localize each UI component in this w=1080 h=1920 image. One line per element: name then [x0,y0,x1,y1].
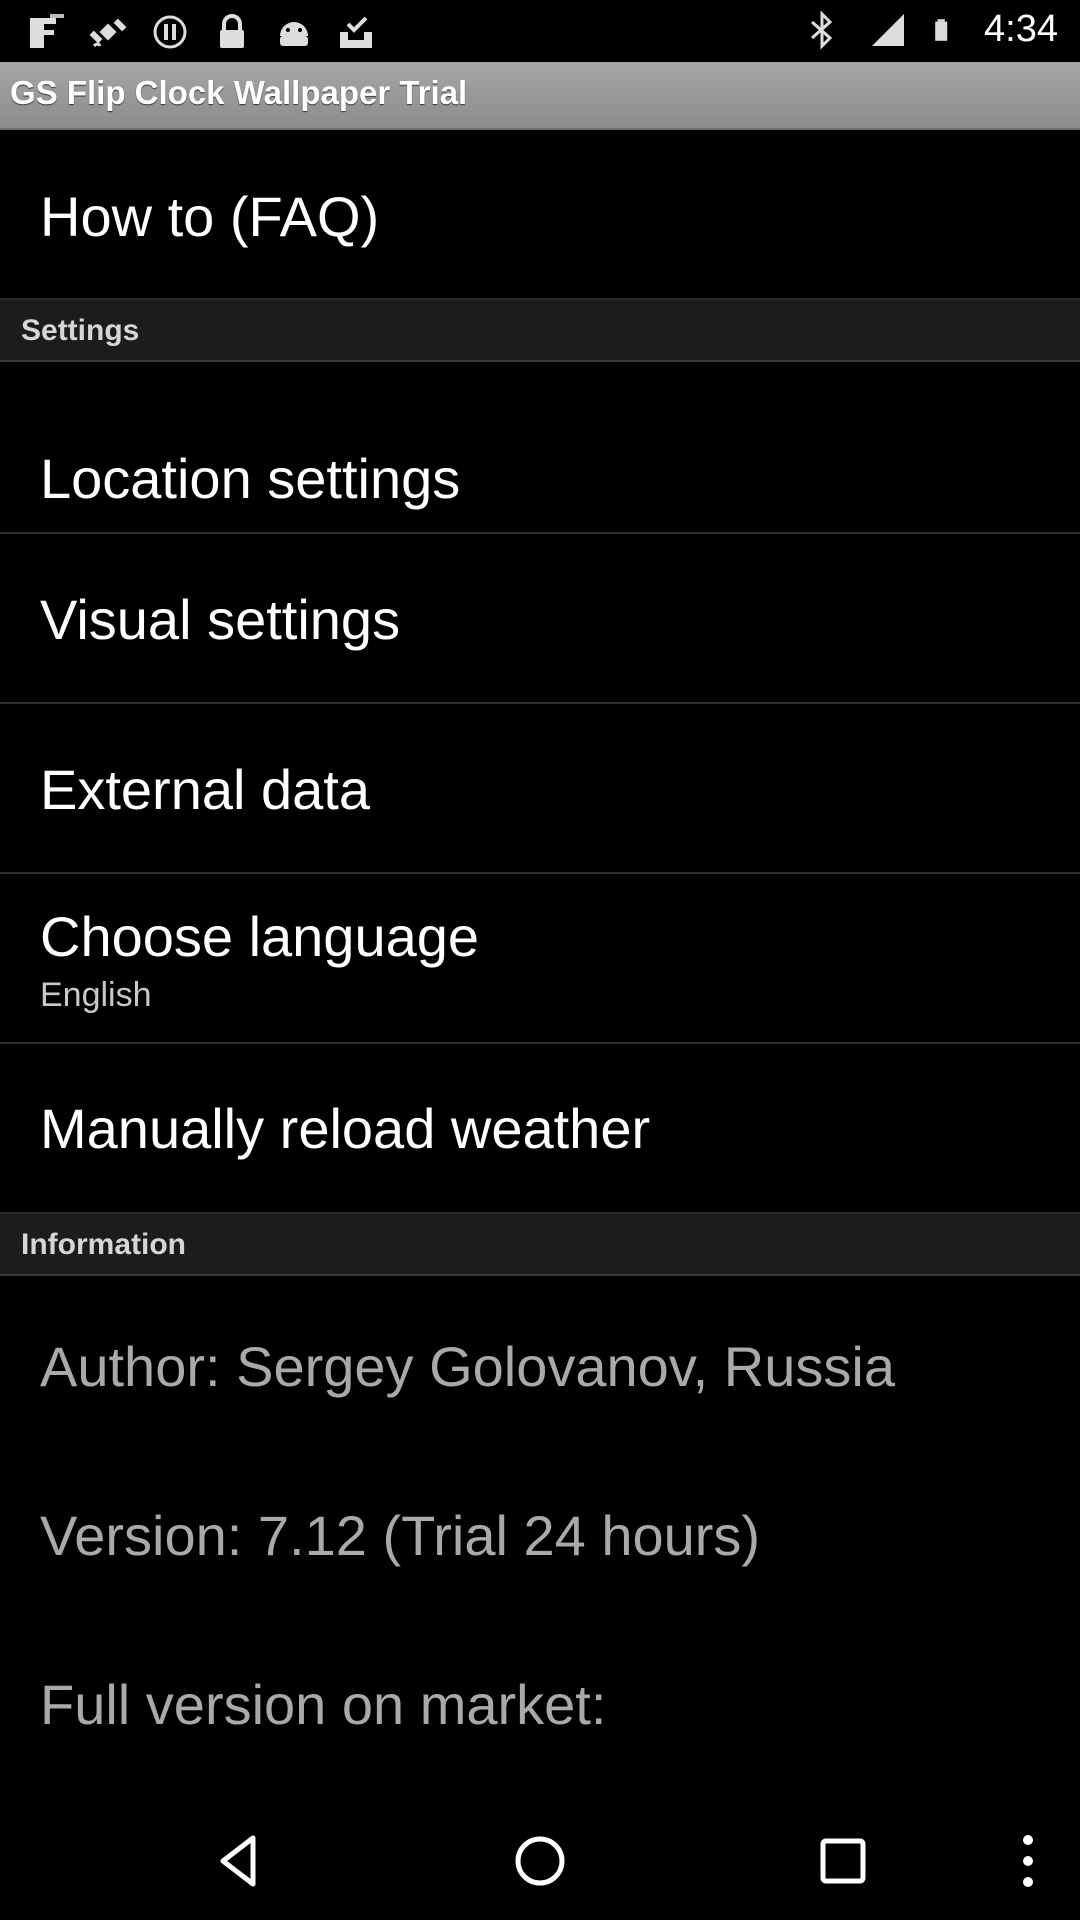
status-bar: 4:34 [0,0,1080,62]
lock-icon [220,14,244,48]
app-title-bar: GS Flip Clock Wallpaper Trial [0,62,1080,130]
version-label: Version: 7.12 (Trial 24 hours) [40,1504,761,1567]
market-item[interactable]: Full version on market: [0,1616,1080,1786]
information-header-label: Information [21,1228,186,1261]
satellite-icon [89,18,127,48]
language-value: English [40,976,152,1014]
visual-settings-label: Visual settings [40,588,401,651]
download-done-icon [340,16,372,48]
market-label: Full version on market: [40,1673,607,1736]
signal-icon [872,13,905,46]
author-item[interactable]: Author: Sergey Golovanov, Russia [0,1276,1080,1446]
visual-settings-item[interactable]: Visual settings [0,534,1080,704]
location-settings-item[interactable]: Location settings [0,362,1080,534]
version-item[interactable]: Version: 7.12 (Trial 24 hours) [0,1446,1080,1616]
external-data-label: External data [40,758,370,821]
location-settings-label: Location settings [40,447,461,510]
bluetooth-icon [811,9,833,50]
information-section-header: Information [0,1212,1080,1276]
android-icon [280,22,308,46]
external-data-item[interactable]: External data [0,704,1080,874]
overflow-menu-icon[interactable] [993,1826,1063,1896]
app-title: GS Flip Clock Wallpaper Trial [10,74,468,111]
navigation-bar [0,1798,1080,1920]
faq-label: How to (FAQ) [40,185,380,248]
record-icon [153,15,187,49]
back-icon[interactable] [203,1826,273,1896]
reload-weather-label: Manually reload weather [40,1097,651,1160]
faq-item[interactable]: How to (FAQ) [0,128,1080,298]
settings-header-label: Settings [21,314,140,347]
fake-gps-icon [30,14,64,48]
battery-icon [935,18,948,41]
clock: 4:34 [984,8,1058,50]
settings-section-header: Settings [0,298,1080,362]
home-icon[interactable] [505,1826,575,1896]
recents-icon[interactable] [808,1826,878,1896]
choose-language-item[interactable]: Choose language English [0,874,1080,1044]
choose-language-label: Choose language [40,905,480,968]
reload-weather-item[interactable]: Manually reload weather [0,1044,1080,1212]
author-label: Author: Sergey Golovanov, Russia [40,1335,895,1398]
